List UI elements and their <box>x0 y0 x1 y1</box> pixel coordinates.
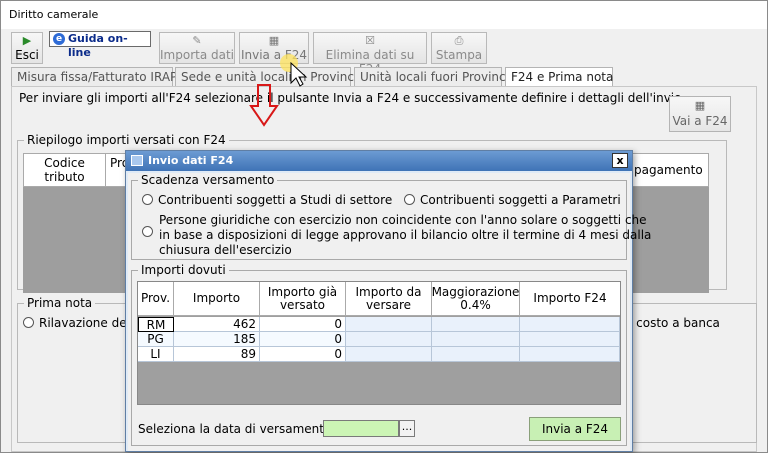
vai-a-f24-button[interactable]: ▦ Vai a F24 <box>669 96 731 132</box>
radio-studi-settore[interactable]: Contribuenti soggetti a Studi di settore <box>142 193 392 207</box>
radio-persone-label: Persone giuridiche con esercizio non coi… <box>159 213 652 257</box>
header-maggiorazione: Maggiorazione 0.4% <box>432 282 520 316</box>
delete-f24-icon: ☒ <box>365 34 375 47</box>
table-row[interactable]: PG 185 0 <box>138 332 620 347</box>
invia-a-f24-button[interactable]: Invia a F24 <box>529 417 621 441</box>
tab-misura-fissa[interactable]: Misura fissa/Fatturato IRAP <box>11 67 177 86</box>
radio-button-icon <box>404 194 415 205</box>
tab-f24-prima-nota[interactable]: F24 e Prima nota <box>505 67 613 87</box>
header-pagamento: pagamento <box>634 163 703 177</box>
scadenza-title: Scadenza versamento <box>138 173 278 187</box>
radio-persone-giuridiche[interactable] <box>142 225 158 239</box>
table-row[interactable]: LI 89 0 <box>138 347 620 362</box>
importa-dati-button[interactable]: ✎ Importa dati <box>159 32 235 64</box>
table-row[interactable]: RM 462 0 <box>138 317 620 332</box>
f24-icon: ▦ <box>694 99 706 112</box>
importi-dovuti-title: Importi dovuti <box>138 263 229 277</box>
date-picker-button[interactable]: ... <box>399 420 415 437</box>
prima-nota-right-text: l costo a banca <box>629 316 720 330</box>
header-codice-tributo: Codice tributo <box>24 154 106 186</box>
dialog-window-icon <box>131 155 143 166</box>
help-globe-icon: e <box>53 33 65 45</box>
mouse-cursor-icon <box>280 54 308 87</box>
data-versamento-label: Seleziona la data di versamento <box>138 422 332 436</box>
exit-icon: ▶ <box>22 34 32 47</box>
data-versamento-input[interactable] <box>323 420 399 437</box>
header-prov: Prov. <box>138 282 174 316</box>
red-arrow-down-icon <box>249 84 279 127</box>
riepilogo-title: Riepilogo importi versati con F24 <box>24 133 229 147</box>
prima-nota-title: Prima nota <box>24 296 96 310</box>
radio-button-icon <box>142 226 153 237</box>
stampa-button[interactable]: ⎙ Stampa <box>431 32 487 64</box>
guida-online-button[interactable]: e Guida on-line <box>49 31 151 59</box>
esci-button[interactable]: ▶ Esci <box>11 32 43 64</box>
importi-grid: Prov. Importo Importo già versato Import… <box>137 281 621 405</box>
radio-button-icon <box>142 194 153 205</box>
window-title: Diritto camerale <box>1 1 767 29</box>
close-button[interactable]: x <box>612 153 628 168</box>
tab-unita-fuori-provincia[interactable]: Unità locali fuori Provincia <box>354 67 516 86</box>
import-icon: ✎ <box>192 34 202 47</box>
radio-parametri[interactable]: Contribuenti soggetti a Parametri <box>404 193 621 207</box>
info-text: Per inviare gli importi all'F24 selezion… <box>19 91 686 105</box>
prima-nota-radio-left[interactable]: Rilavazione del <box>23 316 130 330</box>
header-importo: Importo <box>174 282 260 316</box>
header-importo-gia-versato: Importo già versato <box>260 282 346 316</box>
dialog-titlebar: Invio dati F24 x <box>126 151 632 171</box>
header-importo-da-versare: Importo da versare <box>346 282 432 316</box>
send-f24-icon: ▦ <box>268 34 280 47</box>
radio-button-icon <box>23 317 34 328</box>
header-importo-f24: Importo F24 <box>520 282 620 316</box>
main-window: Diritto camerale ▶ Esci ✎ Importa dati ▦… <box>0 0 768 453</box>
elimina-dati-button[interactable]: ☒ Elimina dati su F24 <box>313 32 427 76</box>
print-icon: ⎙ <box>454 34 464 47</box>
